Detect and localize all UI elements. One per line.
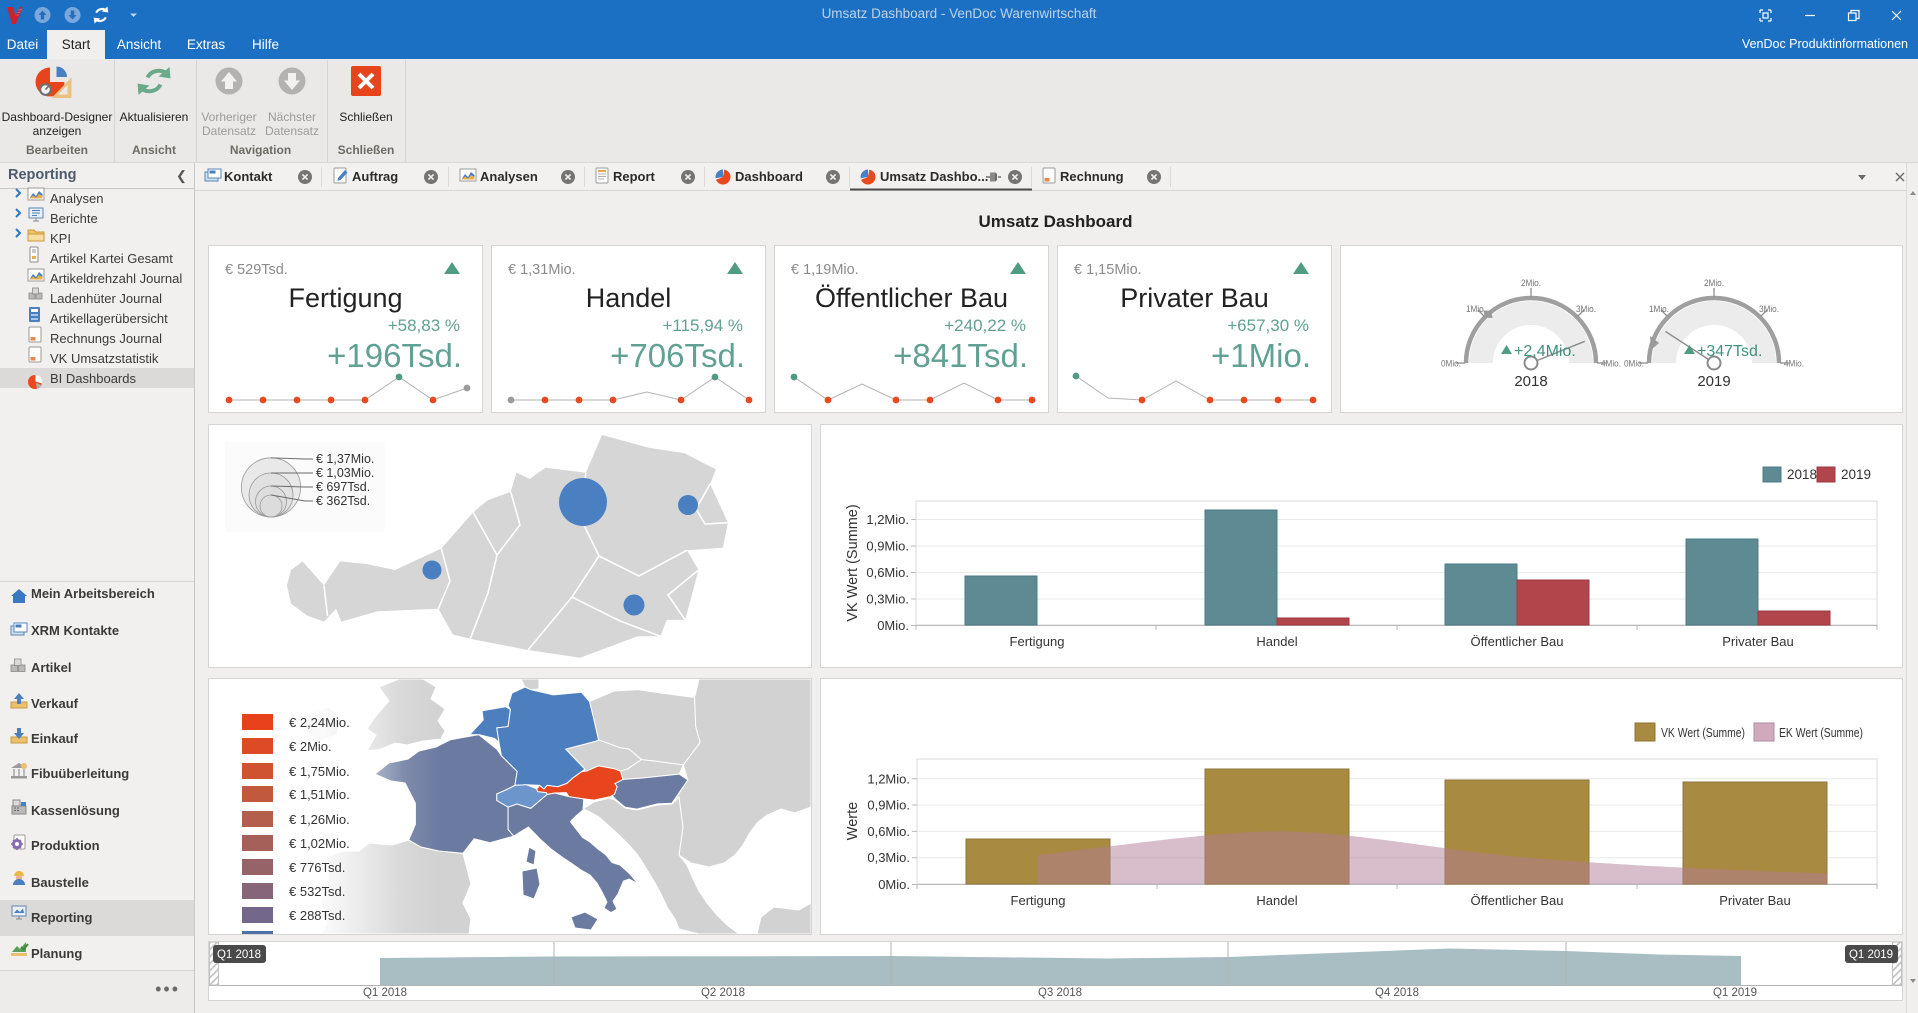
svg-text:€ 1,51Mio.: € 1,51Mio. (289, 787, 350, 802)
svg-text:€ 2,24Mio.: € 2,24Mio. (289, 715, 350, 730)
svg-text:1,2Mio.: 1,2Mio. (866, 512, 909, 527)
svg-text:Öffentlicher Bau: Öffentlicher Bau (1471, 893, 1564, 908)
svg-text:€ 532Tsd.: € 532Tsd. (289, 884, 345, 899)
svg-text:Handel: Handel (1256, 634, 1297, 649)
svg-text:0Mio.: 0Mio. (878, 877, 910, 892)
svg-text:0,3Mio.: 0,3Mio. (866, 592, 909, 607)
svg-text:2019: 2019 (1697, 373, 1730, 390)
svg-text:Q4 2018: Q4 2018 (1375, 987, 1419, 999)
svg-text:€ 1,02Mio.: € 1,02Mio. (289, 836, 350, 851)
svg-text:Privater Bau: Privater Bau (1722, 634, 1794, 649)
svg-text:€ 288Tsd.: € 288Tsd. (289, 908, 345, 923)
svg-text:0,6Mio.: 0,6Mio. (867, 824, 910, 839)
svg-text:+2,4Mio.: +2,4Mio. (1514, 343, 1576, 360)
svg-text:2018: 2018 (1514, 373, 1547, 390)
svg-text:VK Wert (Summe): VK Wert (Summe) (1661, 725, 1745, 740)
svg-text:€ 2Mio.: € 2Mio. (289, 739, 332, 754)
svg-text:2018: 2018 (1787, 467, 1817, 482)
svg-text:1,2Mio.: 1,2Mio. (867, 771, 910, 786)
svg-text:0Mio.: 0Mio. (877, 618, 909, 633)
svg-text:€ 1,03Mio.: € 1,03Mio. (316, 466, 374, 480)
svg-text:Fertigung: Fertigung (1011, 893, 1066, 908)
svg-text:Q1 2018: Q1 2018 (217, 949, 261, 961)
svg-text:€ 1,26Mio.: € 1,26Mio. (289, 812, 350, 827)
svg-text:€ 362Tsd.: € 362Tsd. (316, 494, 370, 508)
svg-text:Q1 2019: Q1 2019 (1713, 987, 1757, 999)
svg-text:€ 697Tsd.: € 697Tsd. (316, 480, 370, 494)
svg-text:0,9Mio.: 0,9Mio. (867, 798, 910, 813)
svg-text:0,3Mio.: 0,3Mio. (867, 850, 910, 865)
svg-text:EK Wert (Summe): EK Wert (Summe) (1779, 725, 1863, 740)
svg-text:Handel: Handel (1256, 893, 1297, 908)
svg-text:Öffentlicher Bau: Öffentlicher Bau (1471, 634, 1564, 649)
svg-text:2019: 2019 (1841, 467, 1871, 482)
svg-text:0,6Mio.: 0,6Mio. (866, 565, 909, 580)
svg-text:€ 1,37Mio.: € 1,37Mio. (316, 452, 374, 466)
svg-text:Q1 2018: Q1 2018 (363, 987, 407, 999)
svg-text:Q3 2018: Q3 2018 (1038, 987, 1082, 999)
svg-text:€ 1,75Mio.: € 1,75Mio. (289, 764, 350, 779)
svg-text:Q1 2019: Q1 2019 (1849, 949, 1893, 961)
svg-text:Q2 2018: Q2 2018 (701, 987, 745, 999)
svg-text:Fertigung: Fertigung (1010, 634, 1065, 649)
svg-text:Privater Bau: Privater Bau (1719, 893, 1791, 908)
svg-text:€ 776Tsd.: € 776Tsd. (289, 860, 345, 875)
svg-text:VK Wert (Summe): VK Wert (Summe) (845, 504, 861, 621)
svg-text:0,9Mio.: 0,9Mio. (866, 539, 909, 554)
svg-text:Werte: Werte (845, 802, 861, 840)
svg-text:+347Tsd.: +347Tsd. (1697, 343, 1762, 360)
